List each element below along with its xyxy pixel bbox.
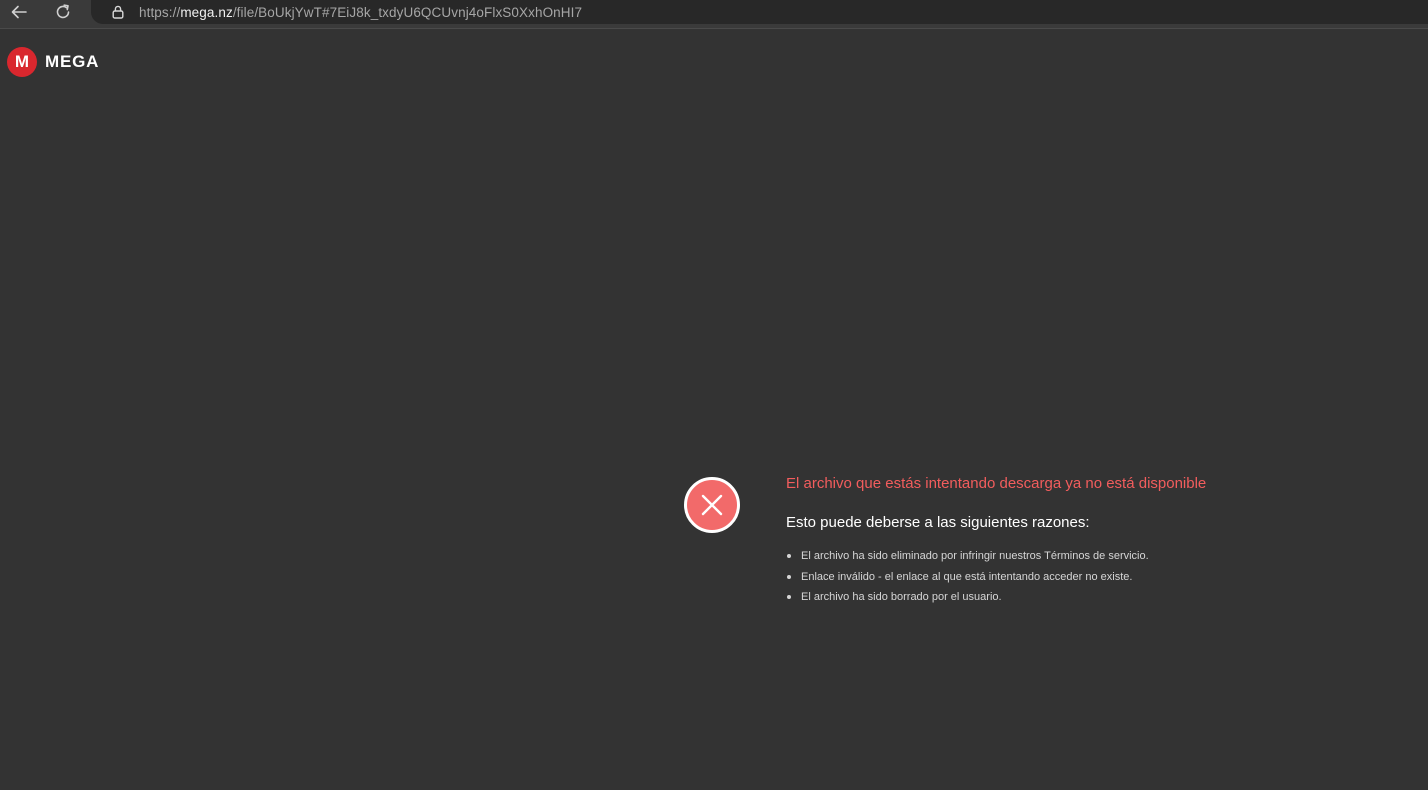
mega-logo-text: MEGA xyxy=(45,52,100,71)
bullet xyxy=(787,554,791,558)
list-item: El archivo ha sido borrado por el usuari… xyxy=(786,587,1149,608)
mega-logo[interactable]: M MEGA xyxy=(7,47,99,77)
bullet xyxy=(787,595,791,599)
bullet xyxy=(787,574,791,579)
error-title: El archivo que estás intentando descarga… xyxy=(786,475,1207,492)
reload-icon xyxy=(56,4,70,19)
list-item: Enlace inválido - el enlace al que está … xyxy=(786,567,1149,588)
reasons-heading: Esto puede deberse a las siguientes razo… xyxy=(786,514,1090,531)
list-item: El archivo ha sido eliminado por infring… xyxy=(786,546,1149,567)
reason-text: El archivo ha sido borrado por el usuari… xyxy=(801,591,1002,603)
reload-button[interactable] xyxy=(49,0,77,24)
reason-text: Enlace inválido - el enlace al que está … xyxy=(801,570,1133,583)
url-text: https://mega.nz/file/BoUkjYwT#7EiJ8k_txd… xyxy=(139,5,582,20)
address-bar[interactable]: https://mega.nz/file/BoUkjYwT#7EiJ8k_txd… xyxy=(91,0,1428,24)
url-path: /file/BoUkjYwT#7EiJ8k_txdyU6QCUvnj4oFlxS… xyxy=(232,4,583,20)
lock-icon[interactable] xyxy=(111,5,125,19)
browser-toolbar: https://mega.nz/file/BoUkjYwT#7EiJ8k_txd… xyxy=(0,0,1428,29)
back-button[interactable] xyxy=(5,0,33,24)
url-host: mega.nz xyxy=(180,4,233,20)
error-x-circle-icon xyxy=(684,477,740,533)
reason-text: El archivo ha sido eliminado por infring… xyxy=(801,550,1149,562)
url-scheme: https:// xyxy=(139,4,181,20)
arrow-left-icon xyxy=(11,5,27,19)
reasons-list: El archivo ha sido eliminado por infring… xyxy=(786,546,1149,608)
mega-logo-mark: M xyxy=(7,47,37,77)
